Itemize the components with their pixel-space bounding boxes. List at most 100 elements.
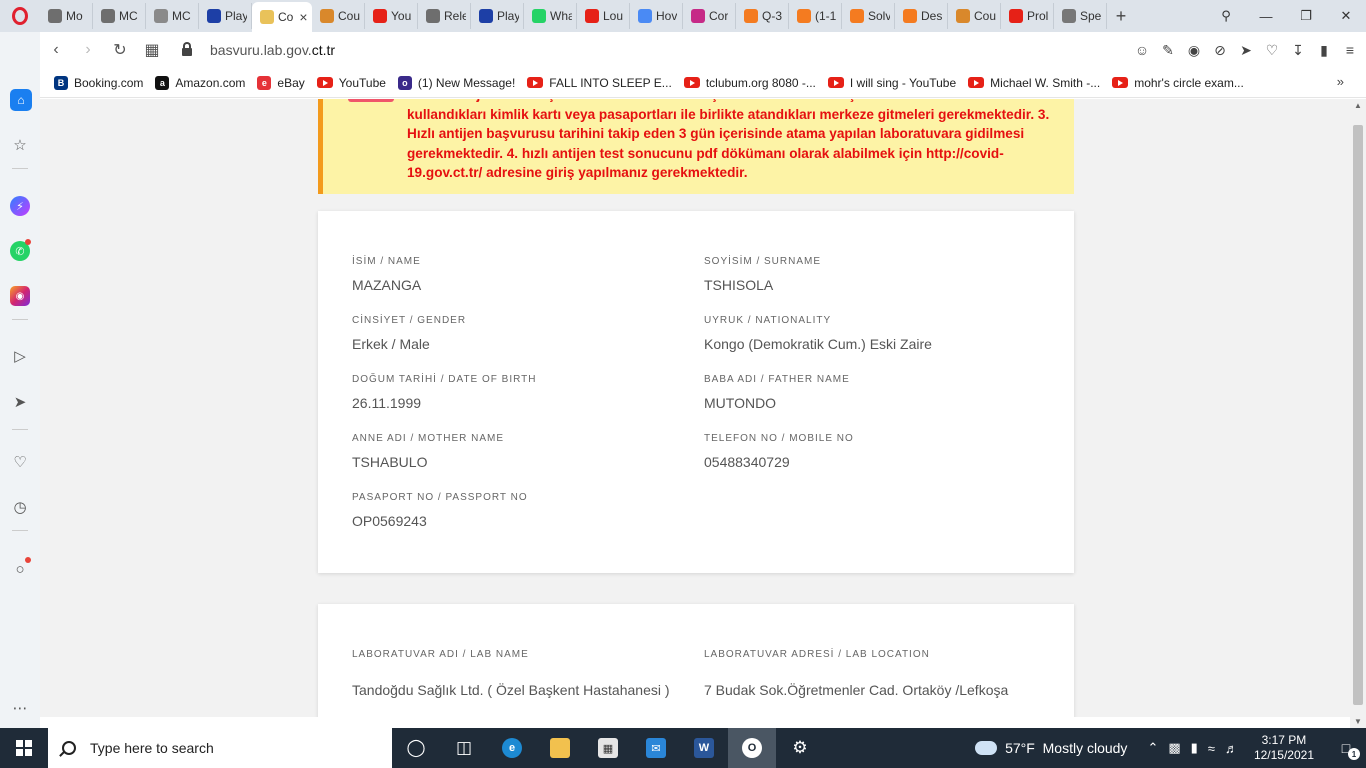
dob-label: DOĞUM TARİHİ / DATE OF BIRTH [352,374,537,385]
scroll-down-arrow-icon[interactable]: ▼ [1354,717,1362,726]
new-tab-button[interactable]: + [1107,6,1135,27]
tab[interactable]: Spe [1054,3,1107,29]
tab[interactable]: Hov [630,3,683,29]
word-icon[interactable]: W [680,728,728,768]
bookmark-item[interactable]: I will sing - YouTube [827,76,956,90]
send-icon[interactable]: ➤ [1238,42,1254,59]
player-icon[interactable]: ▷ [10,346,30,366]
back-button[interactable]: ‹ [40,41,72,59]
tab[interactable]: Mo [40,3,93,29]
whatsapp-icon[interactable]: ✆ [10,239,31,261]
bookmarks-more-button[interactable]: » [1337,74,1344,89]
instagram-icon[interactable]: ◉ [10,286,30,306]
scroll-up-arrow-icon[interactable]: ▲ [1354,101,1362,110]
lab-location-label: LABORATUVAR ADRESİ / LAB LOCATION [704,649,930,660]
url-host-prefix: basvuru.lab.gov. [210,42,312,58]
tab[interactable]: Q-3 [736,3,789,29]
history-clock-icon[interactable]: ◷ [10,497,30,517]
personal-info-card: İSİM / NAME MAZANGA SOYİSİM / SURNAME TS… [318,211,1074,573]
emoji-icon[interactable]: ☺ [1134,42,1150,58]
page-scrollbar[interactable]: ▲ ▼ [1350,99,1366,728]
tab-favicon-icon [903,9,917,23]
tips-lightbulb-icon[interactable]: ○ [10,557,31,579]
messenger-icon[interactable]: ⚡ [10,196,30,216]
chevron-up-icon[interactable]: ⌃ [1147,740,1158,756]
scroll-thumb[interactable] [1353,125,1363,705]
meet-now-icon[interactable]: ▩ [1168,740,1180,756]
bookmark-item[interactable]: FALL INTO SLEEP E... [527,76,672,90]
tab[interactable]: Play [199,3,252,29]
opera-menu-button[interactable] [0,0,40,32]
bookmark-item[interactable]: e eBay [257,75,305,90]
home-icon[interactable]: ⌂ [10,89,32,111]
store-icon[interactable]: ▦ [584,728,632,768]
notifications-button[interactable]: □ 1 [1326,728,1366,768]
battery-icon[interactable]: ▮ [1316,42,1332,59]
block-icon[interactable]: ⊘ [1212,42,1228,59]
volume-icon[interactable]: ♬ [1225,741,1238,756]
wifi-icon[interactable]: ≈ [1208,741,1215,756]
tab-strip: Mo MC MC Play Co × Cou You Rele Play Wha Lou Hov Cor Q… [0,0,1366,32]
forward-button[interactable]: › [72,41,104,59]
search-tabs-icon[interactable]: ⚲ [1206,8,1246,24]
start-button[interactable] [0,728,48,768]
tab[interactable]: You [365,3,418,29]
minimize-button[interactable]: — [1246,9,1286,24]
camera-icon[interactable]: ◉ [1186,42,1202,59]
tab[interactable]: Cou [948,3,1001,29]
cortana-icon[interactable]: ◯ [392,728,440,768]
file-explorer-icon[interactable] [536,728,584,768]
clock[interactable]: 3:17 PM 12/15/2021 [1254,733,1314,763]
tab[interactable]: Rele [418,3,471,29]
tab[interactable]: Cor [683,3,736,29]
phone-label: TELEFON NO / MOBILE NO [704,433,854,444]
clock-time: 3:17 PM [1261,733,1307,747]
taskbar-search-box[interactable]: Type here to search [48,728,392,768]
close-tab-icon[interactable]: × [299,9,307,25]
dob-field: DOĞUM TARİHİ / DATE OF BIRTH 26.11.1999 [352,374,537,411]
tab[interactable]: Prol [1001,3,1054,29]
heart-icon[interactable]: ♡ [1264,42,1280,59]
settings-gear-icon[interactable]: ⚙ [776,728,824,768]
tab-snapshot-icon[interactable]: ▦ [136,40,168,60]
bookmark-item[interactable]: tclubum.org 8080 -... [683,76,816,90]
bookmark-item[interactable]: Michael W. Smith -... [968,76,1100,90]
bookmark-item[interactable]: a Amazon.com [155,75,245,90]
my-flow-icon[interactable]: ➤ [10,392,30,412]
weather-widget[interactable]: 57°F Mostly cloudy [972,737,1127,756]
mail-icon[interactable]: ✉ [632,728,680,768]
download-icon[interactable]: ↧ [1290,42,1306,59]
system-tray: 57°F Mostly cloudy ⌃ ▩ ▮ ≈ ♬ 3:17 PM 12/… [972,728,1366,768]
tab[interactable]: Lou [577,3,630,29]
battery-tray-icon[interactable]: ▮ [1191,740,1198,756]
edge-icon[interactable]: e [488,728,536,768]
tab[interactable]: MC [93,3,146,29]
restore-button[interactable]: ❐ [1286,8,1326,24]
reload-button[interactable]: ↻ [104,40,136,60]
tab[interactable]: Solv [842,3,895,29]
tab[interactable]: MC [146,3,199,29]
bookmark-item[interactable]: mohr's circle exam... [1112,76,1244,90]
father-name-label: BABA ADI / FATHER NAME [704,374,850,385]
tab[interactable]: Cou [312,3,365,29]
tab-title: MC [172,9,191,23]
task-view-icon[interactable]: ◫ [440,728,488,768]
tab[interactable]: Des [895,3,948,29]
close-window-button[interactable]: ✕ [1326,8,1366,24]
tab[interactable]: (1-1 [789,3,842,29]
sidebar-more-icon[interactable]: ⋯ [10,698,30,718]
speed-dial-star-icon[interactable]: ☆ [10,135,30,155]
easy-setup-icon[interactable]: ≡ [1342,42,1358,58]
tab[interactable]: Wha [524,3,577,29]
edit-icon[interactable]: ✎ [1160,42,1176,59]
url-field[interactable]: basvuru.lab.gov. ct.tr [182,42,335,58]
tab-title: Spe [1080,9,1102,23]
opera-taskbar-icon[interactable]: O [728,728,776,768]
bookmark-item[interactable]: o (1) New Message! [397,75,515,90]
tab[interactable]: Co × [252,2,312,32]
bookmark-item[interactable]: YouTube [316,76,386,90]
tab[interactable]: Play [471,3,524,29]
bookmark-item[interactable]: B Booking.com [54,75,143,90]
bookmarks-heart-icon[interactable]: ♡ [10,452,30,472]
sidebar-divider [12,319,28,320]
